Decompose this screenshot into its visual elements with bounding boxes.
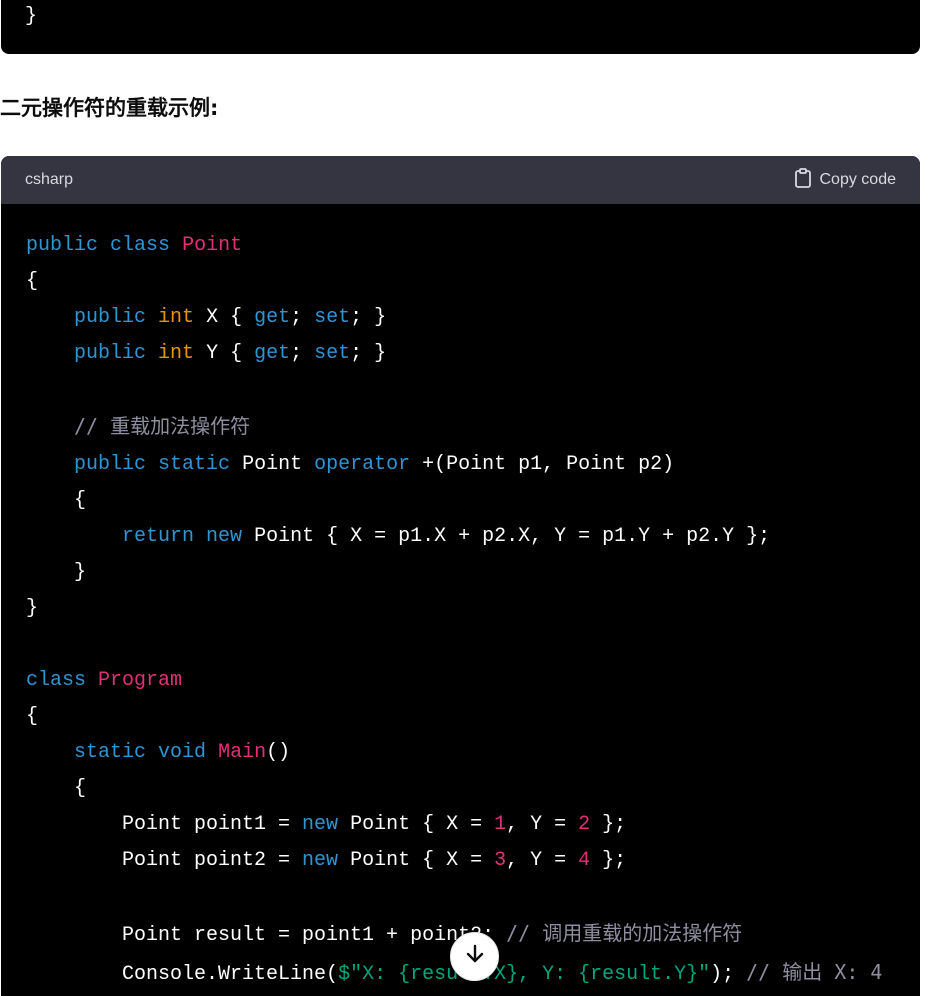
code-body[interactable]: public class Point { public int X { get;… (1, 204, 920, 996)
code-line: Point point2 = new Point { X = 3, Y = 4 … (26, 849, 627, 872)
clipboard-icon (794, 167, 812, 193)
copy-code-label: Copy code (819, 171, 897, 188)
code-line: public static Point operator +(Point p1,… (74, 453, 675, 476)
code-line: Point result = point1 + point2; // 调用重载的… (26, 921, 743, 947)
code-line: static void Main() (74, 741, 291, 764)
code-line: class Program (26, 669, 183, 692)
code-line: } (26, 597, 39, 620)
code-line: { (26, 705, 39, 728)
copy-code-button[interactable]: Copy code (794, 167, 897, 193)
section-heading: 二元操作符的重载示例: (0, 96, 219, 120)
code-line: public class Point (26, 234, 243, 257)
code-content: public class Point { public int X { get;… (26, 228, 882, 993)
code-line: { (26, 489, 87, 512)
code-line: } (26, 561, 87, 584)
scroll-to-bottom-button[interactable] (450, 932, 499, 981)
arrow-down-icon (464, 943, 486, 970)
previous-code-block: } (1, 0, 920, 54)
code-line: return new Point { X = p1.X + p2.X, Y = … (122, 525, 771, 548)
code-line: // 重载加法操作符 (74, 414, 251, 438)
code-block-header: csharp Copy code (1, 156, 920, 204)
code-line: } (25, 5, 38, 28)
code-block: csharp Copy code public class Point { pu… (1, 156, 920, 996)
code-language-label: csharp (25, 171, 74, 188)
code-line: public int X { get; set; } (74, 306, 387, 329)
code-line: public int Y { get; set; } (74, 342, 387, 365)
code-line: { (26, 270, 39, 293)
code-line: { (26, 777, 87, 800)
code-line: Point point1 = new Point { X = 1, Y = 2 … (26, 813, 627, 836)
